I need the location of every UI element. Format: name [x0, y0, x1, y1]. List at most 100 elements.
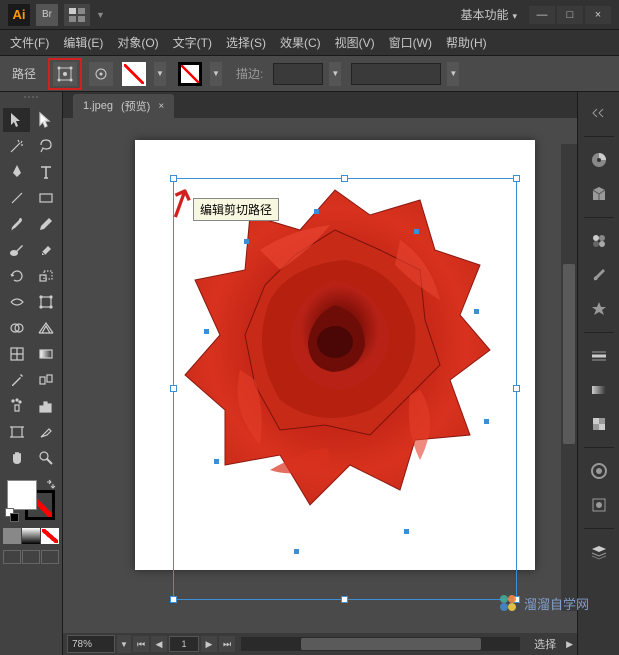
gradient-panel-icon[interactable]	[584, 377, 614, 403]
swatches-panel-icon[interactable]	[584, 228, 614, 254]
fullscreen-button[interactable]	[41, 550, 59, 564]
menu-effect[interactable]: 效果(C)	[280, 34, 321, 51]
menu-view[interactable]: 视图(V)	[335, 34, 375, 51]
shape-builder-tool[interactable]	[3, 316, 30, 340]
control-bar: 路径 ▼ ▼ 描边: ▼ ▼	[0, 56, 619, 92]
document-tab-bar: 1.jpeg (预览) ×	[63, 92, 577, 118]
minimize-button[interactable]: —	[529, 6, 555, 24]
document-tab[interactable]: 1.jpeg (预览) ×	[73, 94, 174, 118]
edit-contents-button[interactable]	[89, 62, 113, 86]
width-tool[interactable]	[3, 290, 30, 314]
first-artboard-button[interactable]: ⏮	[133, 636, 149, 652]
hand-tool[interactable]	[3, 446, 30, 470]
type-tool[interactable]	[32, 160, 59, 184]
rose-image[interactable]	[170, 170, 500, 520]
pen-tool[interactable]	[3, 160, 30, 184]
magic-wand-tool[interactable]	[3, 134, 30, 158]
fullscreen-menu-button[interactable]	[22, 550, 40, 564]
artboard-number-field[interactable]: 1	[169, 636, 199, 652]
selection-handle[interactable]	[170, 596, 177, 603]
prev-artboard-button[interactable]: ◀	[151, 636, 167, 652]
menu-file[interactable]: 文件(F)	[10, 34, 49, 51]
color-mode-button[interactable]	[3, 528, 21, 544]
blend-tool[interactable]	[32, 368, 59, 392]
gradient-tool[interactable]	[32, 342, 59, 366]
status-dropdown-icon[interactable]: ▶	[566, 639, 573, 650]
perspective-grid-tool[interactable]	[32, 316, 59, 340]
gradient-mode-button[interactable]	[22, 528, 40, 544]
default-fill-stroke-button[interactable]	[5, 508, 19, 522]
horizontal-scrollbar[interactable]	[241, 637, 520, 651]
fill-color-box[interactable]	[7, 480, 37, 510]
column-graph-tool[interactable]	[32, 394, 59, 418]
scale-tool[interactable]	[32, 264, 59, 288]
menu-select[interactable]: 选择(S)	[226, 34, 266, 51]
last-artboard-button[interactable]: ⏭	[219, 636, 235, 652]
appearance-panel-icon[interactable]	[584, 458, 614, 484]
color-panel-icon[interactable]	[584, 147, 614, 173]
fill-dropdown[interactable]: ▼	[154, 62, 166, 86]
rectangle-tool[interactable]	[32, 186, 59, 210]
stroke-weight-field[interactable]	[273, 63, 323, 85]
stroke-swatch[interactable]	[178, 62, 202, 86]
dropdown-arrow-icon[interactable]: ▼	[96, 10, 105, 20]
panel-grip[interactable]	[3, 96, 59, 104]
paintbrush-tool[interactable]	[3, 212, 30, 236]
mesh-tool[interactable]	[3, 342, 30, 366]
selection-type-label: 路径	[12, 65, 36, 82]
rotate-tool[interactable]	[3, 264, 30, 288]
artboard-tool[interactable]	[3, 420, 30, 444]
selection-tool[interactable]	[3, 108, 30, 132]
zoom-level-field[interactable]: 78%	[67, 635, 115, 653]
brush-dropdown[interactable]: ▼	[447, 62, 459, 86]
eraser-tool[interactable]	[32, 238, 59, 262]
fill-stroke-indicator[interactable]	[3, 476, 59, 524]
menu-object[interactable]: 对象(O)	[117, 34, 158, 51]
status-bar: 78% ▼ ⏮ ◀ 1 ▶ ⏭ 选择 ▶	[63, 633, 577, 655]
vertical-scrollbar[interactable]	[561, 144, 577, 611]
brush-definition-field[interactable]	[351, 63, 441, 85]
eyedropper-tool[interactable]	[3, 368, 30, 392]
scrollbar-thumb[interactable]	[563, 264, 575, 444]
line-segment-tool[interactable]	[3, 186, 30, 210]
transparency-panel-icon[interactable]	[584, 411, 614, 437]
lasso-tool[interactable]	[32, 134, 59, 158]
symbol-sprayer-tool[interactable]	[3, 394, 30, 418]
slice-tool[interactable]	[32, 420, 59, 444]
maximize-button[interactable]: □	[557, 6, 583, 24]
menu-type[interactable]: 文字(T)	[173, 34, 212, 51]
swap-fill-stroke-icon[interactable]	[45, 478, 57, 490]
close-button[interactable]: ×	[585, 6, 611, 24]
color-guide-panel-icon[interactable]	[584, 181, 614, 207]
scrollbar-thumb[interactable]	[301, 638, 481, 650]
fill-swatch[interactable]	[122, 62, 146, 86]
menu-window[interactable]: 窗口(W)	[389, 34, 432, 51]
stroke-dropdown[interactable]: ▼	[210, 62, 222, 86]
stroke-weight-dropdown[interactable]: ▼	[329, 62, 341, 86]
zoom-dropdown[interactable]: ▼	[117, 635, 131, 653]
workspace-switcher[interactable]: 基本功能	[460, 6, 517, 23]
layers-panel-icon[interactable]	[584, 539, 614, 565]
symbols-panel-icon[interactable]	[584, 296, 614, 322]
menu-edit[interactable]: 编辑(E)	[63, 34, 103, 51]
blob-brush-tool[interactable]	[3, 238, 30, 262]
document-area: 1.jpeg (预览) × 编辑剪切路径 ↗	[63, 92, 577, 655]
stroke-panel-icon[interactable]	[584, 343, 614, 369]
arrange-documents-button[interactable]	[64, 4, 90, 26]
menu-help[interactable]: 帮助(H)	[446, 34, 487, 51]
tab-close-button[interactable]: ×	[158, 101, 164, 112]
free-transform-tool[interactable]	[32, 290, 59, 314]
edit-clipping-path-button[interactable]	[53, 62, 77, 86]
bridge-icon[interactable]: Br	[36, 4, 58, 26]
none-mode-button[interactable]	[41, 528, 59, 544]
canvas[interactable]	[63, 118, 577, 633]
zoom-tool[interactable]	[32, 446, 59, 470]
normal-screen-button[interactable]	[3, 550, 21, 564]
expand-dock-button[interactable]	[584, 100, 614, 126]
next-artboard-button[interactable]: ▶	[201, 636, 217, 652]
brushes-panel-icon[interactable]	[584, 262, 614, 288]
selection-handle[interactable]	[341, 596, 348, 603]
direct-selection-tool[interactable]	[32, 108, 59, 132]
graphic-styles-panel-icon[interactable]	[584, 492, 614, 518]
pencil-tool[interactable]	[32, 212, 59, 236]
